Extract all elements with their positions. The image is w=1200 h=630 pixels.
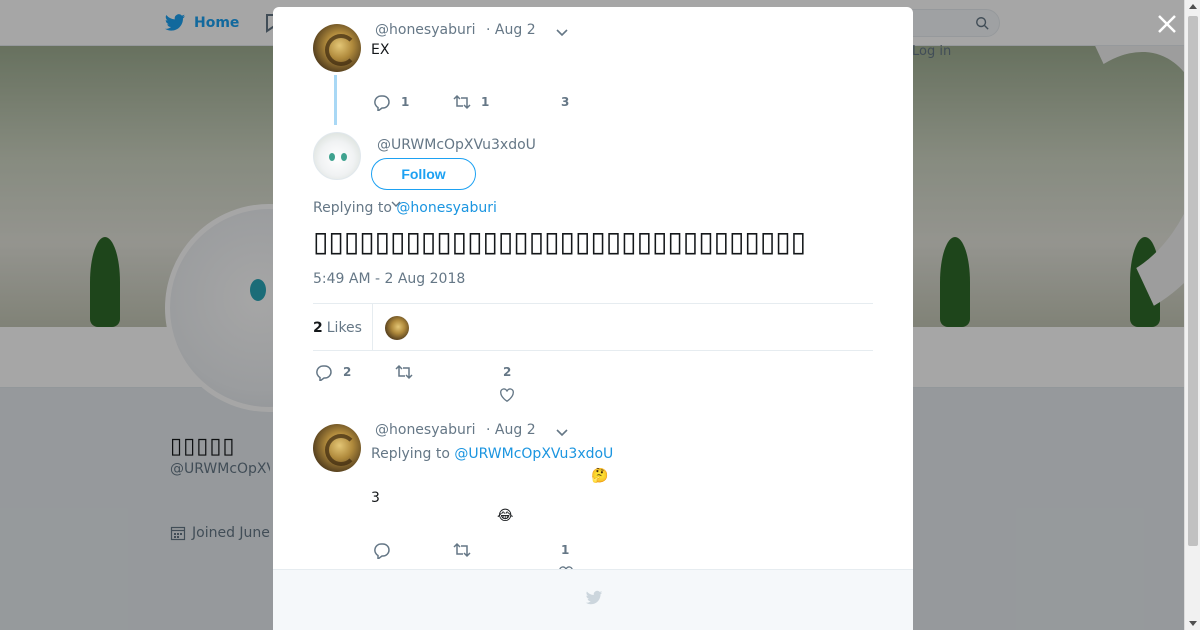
tweet-handle[interactable]: @URWMcOpXVu3xdoU — [377, 137, 536, 153]
replying-label: Replying to — [371, 446, 450, 462]
follow-button[interactable]: Follow — [371, 158, 476, 190]
reply-button[interactable]: 1 — [373, 93, 409, 111]
retweet-icon — [453, 542, 471, 558]
reply-count: 2 — [343, 365, 352, 379]
tweet-text: EX — [371, 42, 390, 58]
retweet-icon — [395, 364, 413, 380]
likes-number: 2 — [313, 319, 323, 336]
like-button[interactable] — [499, 387, 515, 403]
tweet-timestamp[interactable]: 5:49 AM - 2 Aug 2018 — [313, 271, 465, 287]
liker-avatar[interactable] — [384, 315, 409, 340]
likes-label: Likes — [326, 319, 362, 336]
avatar[interactable] — [313, 132, 361, 180]
laughing-emoji: 😂 — [497, 508, 514, 524]
tweet-date[interactable]: · Aug 2 — [486, 22, 536, 38]
thinking-emoji: 🤔 — [591, 468, 609, 484]
reply-icon — [374, 543, 390, 559]
tweet-modal: @honesyaburi · Aug 2 EX 1 1 3 @URWMcOpXV… — [273, 7, 913, 630]
replying-label: Replying to — [313, 200, 392, 216]
replying-to: Replying to @honesyaburi — [313, 200, 497, 216]
close-icon[interactable] — [1155, 12, 1179, 36]
avatar[interactable] — [313, 424, 361, 472]
divider — [313, 350, 873, 351]
tweet-handle[interactable]: @honesyaburi — [375, 22, 476, 38]
like-count: 1 — [561, 543, 570, 557]
modal-footer — [273, 569, 913, 630]
replying-to: Replying to @URWMcOpXVu3xdoU — [371, 446, 613, 462]
like-count: 2 — [503, 365, 512, 379]
reply-count: 1 — [401, 95, 410, 109]
retweet-icon — [453, 94, 471, 110]
retweet-button[interactable] — [453, 541, 471, 559]
retweet-button[interactable] — [395, 363, 413, 381]
tweet-text: 3 — [371, 490, 380, 506]
tweet-handle[interactable]: @honesyaburi — [375, 422, 476, 438]
tweet-stats: 2 Likes — [313, 304, 409, 351]
reply-icon — [374, 95, 390, 111]
retweet-count: 1 — [481, 95, 490, 109]
reply-icon — [316, 365, 332, 381]
chevron-down-icon[interactable] — [555, 24, 569, 38]
reply-button[interactable] — [373, 541, 391, 559]
main-tweet-text: ▯▯▯▯▯▯▯▯▯▯▯▯▯▯▯▯▯▯▯▯▯▯▯▯▯▯▯▯▯▯▯▯ — [313, 225, 807, 258]
like-count: 3 — [561, 95, 570, 109]
twitter-bird-icon — [585, 590, 603, 605]
replying-to-link[interactable]: @URWMcOpXVu3xdoU — [454, 446, 613, 462]
thread-connector — [334, 75, 337, 125]
page-scrollbar[interactable] — [1184, 0, 1200, 630]
replying-to-link[interactable]: @honesyaburi — [396, 200, 497, 216]
chevron-down-icon[interactable] — [555, 424, 569, 438]
retweet-button[interactable]: 1 — [453, 93, 489, 111]
likes-stat[interactable]: 2 Likes — [313, 304, 373, 351]
reply-button[interactable]: 2 — [315, 363, 351, 381]
avatar[interactable] — [313, 24, 361, 72]
tweet-date[interactable]: · Aug 2 — [486, 422, 536, 438]
heart-icon — [500, 388, 514, 403]
